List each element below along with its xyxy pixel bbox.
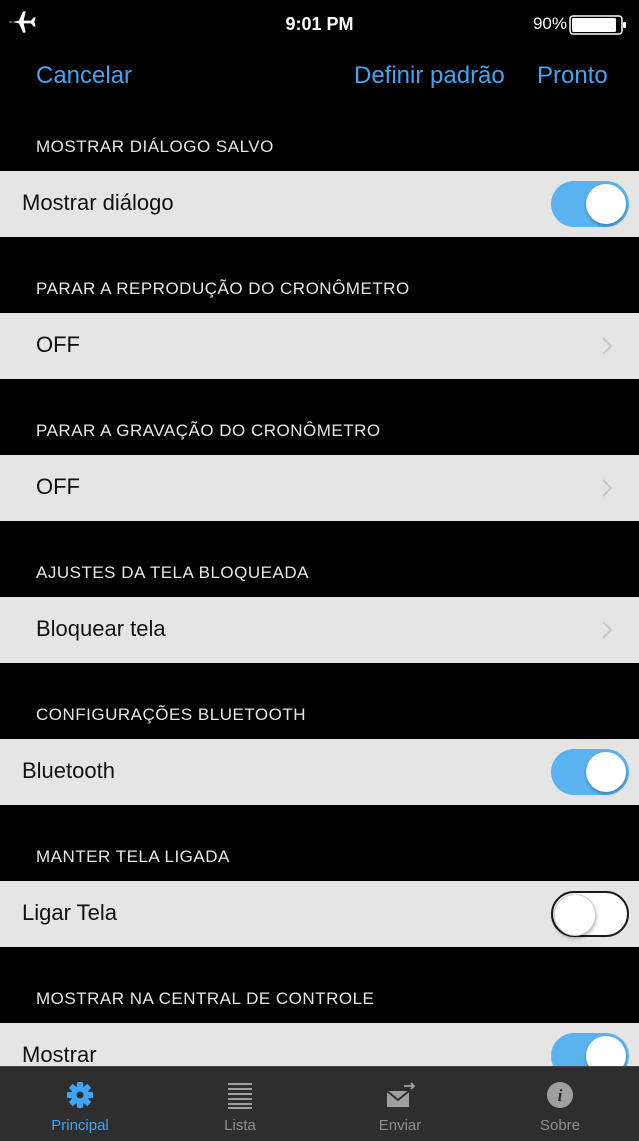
row-show-dialog: Mostrar diálogo bbox=[0, 171, 639, 237]
row-label: Mostrar bbox=[22, 1042, 97, 1067]
toggle-knob bbox=[554, 894, 596, 936]
info-icon: i bbox=[547, 1082, 573, 1108]
tab-sobre[interactable]: i Sobre bbox=[480, 1067, 639, 1141]
set-default-button[interactable]: Definir padrão bbox=[354, 62, 505, 90]
bluetooth-toggle[interactable] bbox=[551, 749, 629, 795]
row-label: Bluetooth bbox=[22, 758, 115, 783]
section-header-stop-recording-timer: PARAR A GRAVAÇÃO DO CRONÔMETRO bbox=[36, 421, 381, 440]
tab-label: Principal bbox=[51, 1117, 109, 1134]
tab-principal[interactable]: Principal bbox=[0, 1067, 160, 1141]
row-lock-screen[interactable]: Bloquear tela bbox=[0, 597, 639, 663]
tab-label: Enviar bbox=[378, 1117, 422, 1134]
svg-text:i: i bbox=[558, 1086, 563, 1105]
toggle-knob bbox=[586, 184, 626, 224]
tab-enviar[interactable]: Enviar bbox=[320, 1067, 480, 1141]
section-header-keep-screen-on: MANTER TELA LIGADA bbox=[36, 847, 230, 866]
navigation-bar: Cancelar Definir padrão Pronto bbox=[0, 48, 639, 104]
tab-bar: Principal Lista Enviar i Sobre bbox=[0, 1066, 639, 1141]
section-header-show-saved-dialog: MOSTRAR DIÁLOGO SALVO bbox=[36, 137, 274, 156]
done-button[interactable]: Pronto bbox=[537, 62, 608, 90]
section-header-control-center: MOSTRAR NA CENTRAL DE CONTROLE bbox=[36, 989, 375, 1008]
chevron-right-icon bbox=[602, 621, 613, 639]
battery-icon bbox=[569, 15, 626, 35]
row-screen-on: Ligar Tela bbox=[0, 881, 639, 947]
section-header-lock-screen-settings: AJUSTES DA TELA BLOQUEADA bbox=[36, 563, 309, 582]
tab-lista[interactable]: Lista bbox=[160, 1067, 320, 1141]
row-label: Bloquear tela bbox=[36, 616, 166, 641]
tab-label: Lista bbox=[224, 1117, 256, 1134]
section-header-bluetooth-settings: CONFIGURAÇÕES BLUETOOTH bbox=[36, 705, 306, 724]
chevron-right-icon bbox=[602, 479, 613, 497]
tab-label: Sobre bbox=[539, 1117, 581, 1134]
send-mail-icon bbox=[386, 1082, 416, 1107]
row-value: OFF bbox=[36, 474, 80, 499]
chevron-right-icon bbox=[602, 337, 613, 355]
status-bar: 9:01 PM 90% bbox=[0, 0, 639, 42]
row-bluetooth: Bluetooth bbox=[0, 739, 639, 805]
row-stop-recording-timer[interactable]: OFF bbox=[0, 455, 639, 521]
toggle-knob bbox=[586, 752, 626, 792]
list-icon bbox=[228, 1083, 252, 1109]
row-value: OFF bbox=[36, 332, 80, 357]
screen-on-toggle[interactable] bbox=[551, 891, 629, 937]
battery-percentage: 90% bbox=[532, 14, 567, 33]
cancel-button[interactable]: Cancelar bbox=[36, 62, 132, 90]
section-header-stop-playback-timer: PARAR A REPRODUÇÃO DO CRONÔMETRO bbox=[36, 279, 410, 298]
row-stop-playback-timer[interactable]: OFF bbox=[0, 313, 639, 379]
row-label: Ligar Tela bbox=[22, 900, 117, 925]
gear-icon bbox=[67, 1082, 93, 1108]
row-label: Mostrar diálogo bbox=[22, 190, 174, 215]
show-dialog-toggle[interactable] bbox=[551, 181, 629, 227]
